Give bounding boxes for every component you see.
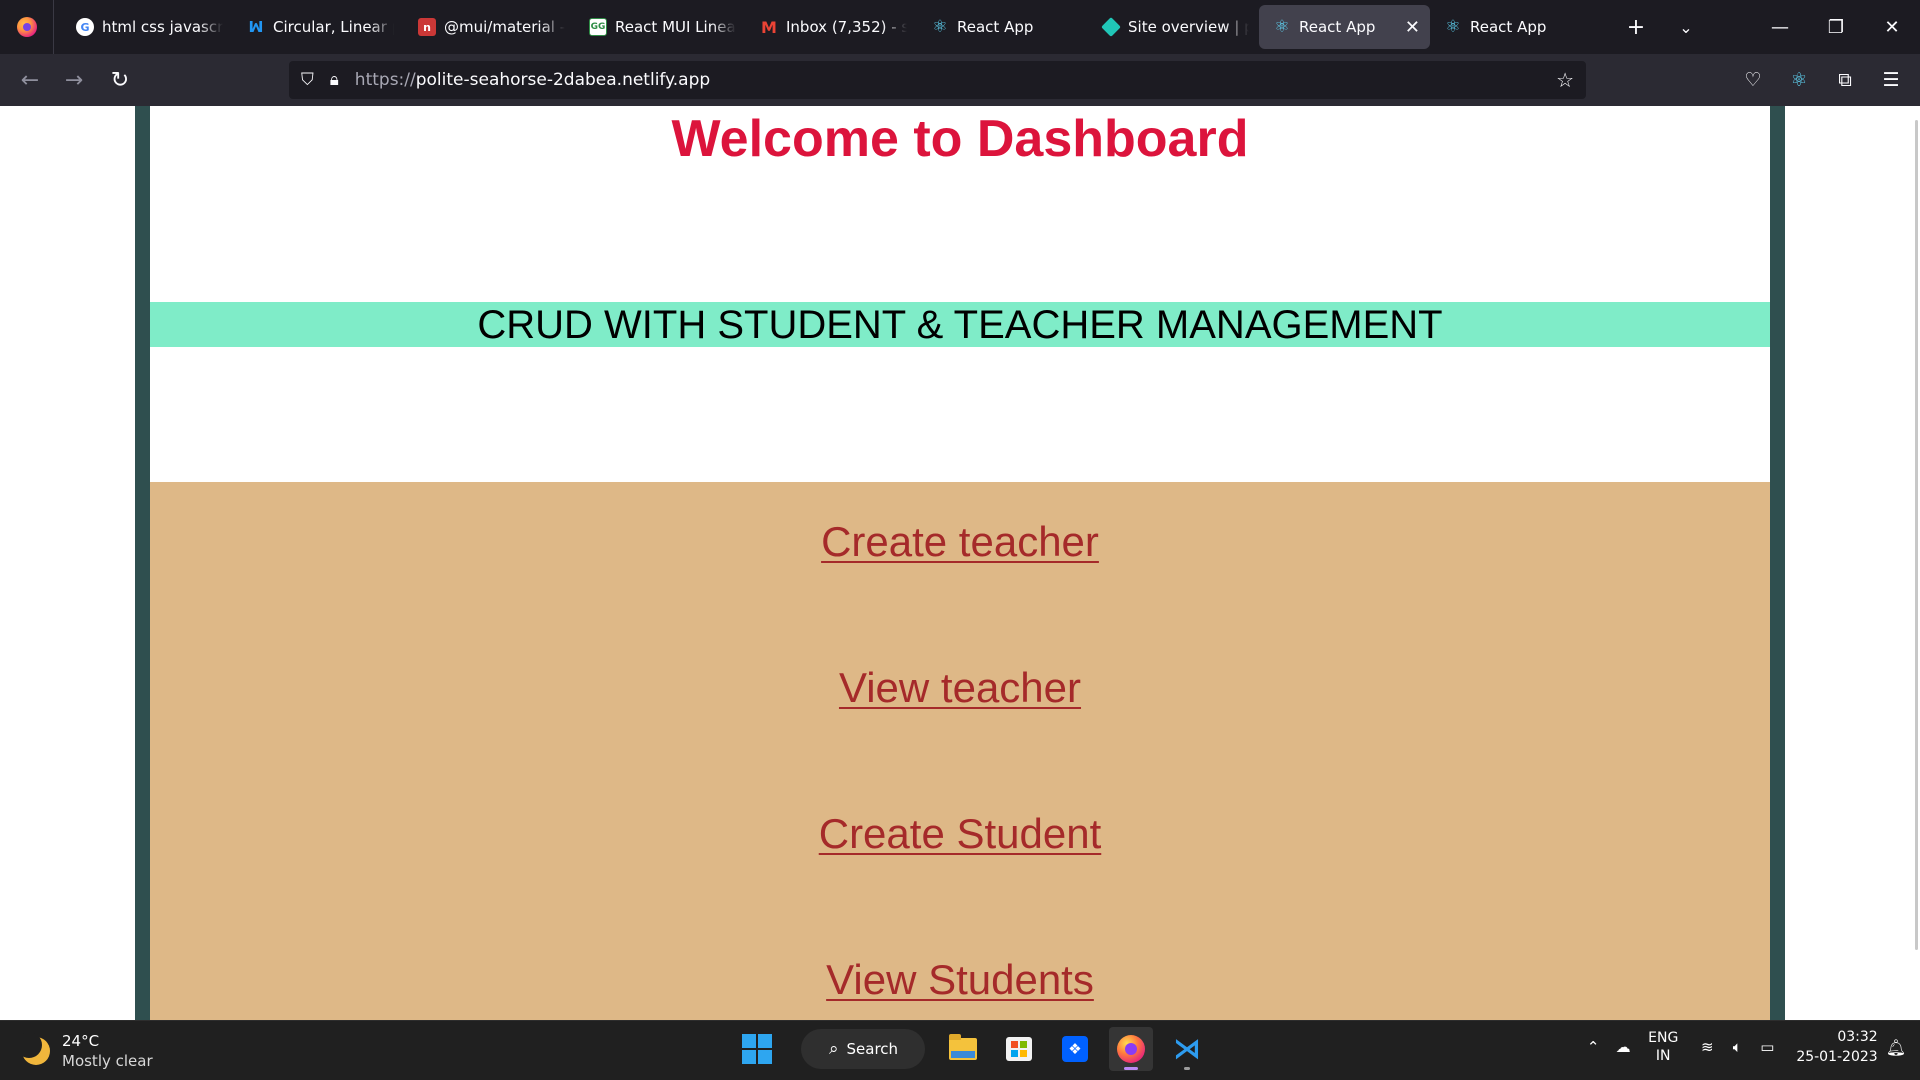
page-title: Welcome to Dashboard: [671, 110, 1249, 168]
close-window-icon[interactable]: ✕: [1864, 17, 1920, 38]
tab-label: React App: [957, 18, 1034, 36]
tab-label: React App: [1299, 18, 1376, 36]
address-bar[interactable]: ⛉ 🔒︎ https:// polite-seahorse-2dabea.net…: [289, 61, 1586, 99]
microsoft-store-icon[interactable]: [997, 1027, 1041, 1071]
link-row: View Students: [150, 956, 1770, 1004]
create-teacher-link[interactable]: Create teacher: [821, 518, 1099, 565]
view-students-link[interactable]: View Students: [826, 956, 1094, 1003]
link-row: Create Student: [150, 810, 1770, 858]
tab-react-mui-linear[interactable]: GG React MUI Linear: [575, 5, 746, 49]
tab-bar: G html css javascript ꟽ Circular, Linear…: [0, 0, 1920, 54]
mui-icon: ꟽ: [248, 18, 264, 36]
react-devtools-icon[interactable]: ⚛: [1776, 58, 1822, 102]
tracking-shield-icon[interactable]: ⛉: [301, 70, 314, 90]
reload-icon[interactable]: ↻: [98, 58, 142, 102]
wifi-icon[interactable]: ≋: [1692, 1038, 1722, 1056]
firefox-menu-icon[interactable]: [0, 0, 54, 54]
weather-widget[interactable]: 24°C Mostly clear: [16, 1031, 153, 1071]
taskbar-search-button[interactable]: ⌕ Search: [801, 1029, 925, 1069]
geeksforgeeks-icon: GG: [589, 18, 607, 36]
language-code: ENG: [1648, 1030, 1679, 1046]
tab-react-app-active[interactable]: ⚛ React App ✕: [1259, 5, 1430, 49]
region-code: IN: [1655, 1048, 1671, 1064]
dropbox-icon[interactable]: ❖: [1053, 1027, 1097, 1071]
tab-label: @mui/material - n: [444, 18, 565, 36]
battery-icon[interactable]: ▭: [1752, 1038, 1782, 1056]
forward-arrow-icon[interactable]: →: [52, 58, 96, 102]
hamburger-menu-icon[interactable]: ☰: [1868, 58, 1914, 102]
extensions-puzzle-icon[interactable]: ⧉: [1822, 58, 1868, 102]
file-explorer-icon[interactable]: [941, 1027, 985, 1071]
gmail-icon: M: [761, 17, 777, 37]
search-icon: ⌕: [829, 1039, 839, 1059]
chevron-up-icon[interactable]: ⌃: [1578, 1038, 1608, 1056]
tab-label: Site overview | po: [1128, 18, 1249, 36]
clock-date: 25-01-2023: [1796, 1049, 1878, 1065]
crud-banner: CRUD WITH STUDENT & TEACHER MANAGEMENT: [150, 302, 1770, 347]
dashboard-container: Welcome to Dashboard CRUD WITH STUDENT &…: [150, 106, 1770, 1020]
back-arrow-icon[interactable]: ←: [8, 58, 52, 102]
page-viewport: Welcome to Dashboard CRUD WITH STUDENT &…: [0, 106, 1920, 1020]
system-tray: ⌃ ☁ ENG IN ≋ 🔈︎ ▭ 03:32 25-01-2023 🔔︎: [1578, 1027, 1906, 1067]
clock[interactable]: 03:32 25-01-2023: [1796, 1027, 1877, 1067]
tab-label: React App: [1470, 18, 1547, 36]
minimize-icon[interactable]: —: [1752, 17, 1808, 38]
vertical-scrollbar[interactable]: [1915, 120, 1918, 950]
link-row: Create teacher: [150, 518, 1770, 566]
url-scheme: https://: [354, 70, 416, 90]
volume-icon[interactable]: 🔈︎: [1722, 1038, 1752, 1056]
view-teacher-link[interactable]: View teacher: [839, 664, 1081, 711]
tab-label: Circular, Linear pr: [273, 18, 394, 36]
new-tab-icon[interactable]: +: [1611, 15, 1661, 40]
react-icon: ⚛: [932, 17, 948, 37]
clock-time: 03:32: [1837, 1029, 1878, 1045]
pocket-icon[interactable]: ♡: [1730, 58, 1776, 102]
npm-icon: n: [418, 18, 436, 36]
lock-icon[interactable]: 🔒︎: [330, 70, 339, 90]
tab-label: React MUI Linear: [615, 18, 736, 36]
link-row: View teacher: [150, 664, 1770, 712]
tab-html-css-javascript[interactable]: G html css javascript: [62, 5, 233, 49]
moon-weather-icon: [16, 1032, 50, 1065]
search-label: Search: [846, 1040, 899, 1058]
restore-icon[interactable]: ❐: [1808, 17, 1864, 38]
windows-taskbar: 24°C Mostly clear ⌕ Search ❖ ⋊ ⌃ ☁ ENG I…: [0, 1020, 1920, 1080]
react-icon: ⚛: [1274, 17, 1290, 37]
input-language[interactable]: ENG IN: [1648, 1029, 1678, 1065]
onedrive-cloud-icon[interactable]: ☁: [1608, 1038, 1638, 1056]
firefox-taskbar-icon[interactable]: [1109, 1027, 1153, 1071]
windows-start-icon[interactable]: [735, 1027, 779, 1071]
weather-description: Mostly clear: [62, 1052, 153, 1070]
close-tab-icon[interactable]: ✕: [1405, 17, 1420, 38]
tab-react-app-1[interactable]: ⚛ React App: [917, 5, 1088, 49]
tab-react-app-3[interactable]: ⚛ React App: [1430, 5, 1601, 49]
list-tabs-chevron-down-icon[interactable]: ⌄: [1661, 18, 1711, 37]
tab-circular-linear[interactable]: ꟽ Circular, Linear pr: [233, 5, 404, 49]
tab-label: Inbox (7,352) - sb: [786, 18, 907, 36]
react-icon: ⚛: [1445, 17, 1461, 37]
tab-label: html css javascript: [102, 18, 223, 36]
dashboard-frame: Welcome to Dashboard CRUD WITH STUDENT &…: [135, 106, 1785, 1020]
weather-temperature: 24°C: [62, 1032, 100, 1050]
tab-mui-material[interactable]: n @mui/material - n: [404, 5, 575, 49]
bookmark-star-icon[interactable]: ☆: [1556, 68, 1574, 92]
google-icon: G: [76, 18, 94, 36]
vscode-icon[interactable]: ⋊: [1165, 1027, 1209, 1071]
navigation-toolbar: ← → ↻ ⛉ 🔒︎ https:// polite-seahorse-2dab…: [0, 54, 1920, 106]
notification-bell-icon[interactable]: 🔔︎: [1886, 1038, 1906, 1057]
url-host: polite-seahorse-2dabea.netlify.app: [415, 70, 711, 90]
links-panel: Create teacher View teacher Create Stude…: [150, 482, 1770, 1020]
netlify-icon: [1101, 17, 1121, 37]
tab-inbox[interactable]: M Inbox (7,352) - sb: [746, 5, 917, 49]
create-student-link[interactable]: Create Student: [819, 810, 1102, 857]
tab-site-overview[interactable]: Site overview | po: [1088, 5, 1259, 49]
